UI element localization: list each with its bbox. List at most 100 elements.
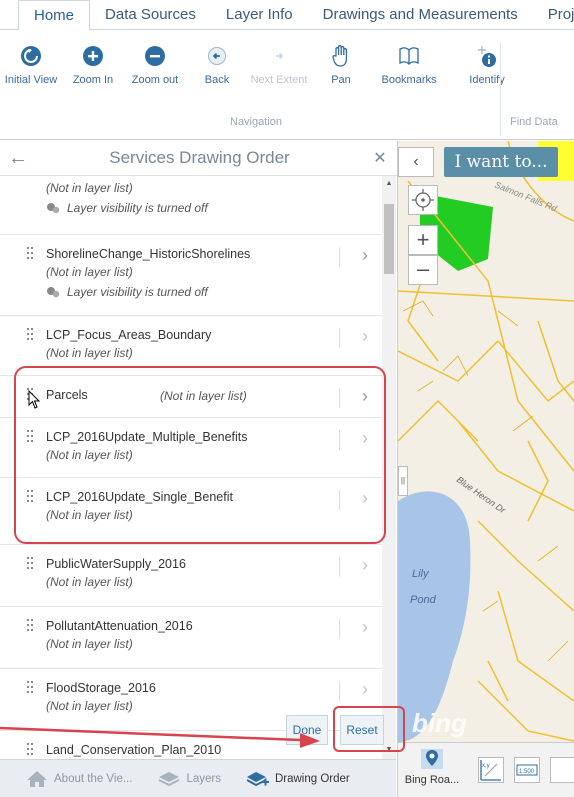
crosshair-icon [412,189,434,211]
drag-handle-icon[interactable] [27,681,35,695]
initial-view-button[interactable]: Initial View [0,38,62,130]
bookmarks-button[interactable]: Bookmarks [372,38,446,130]
item-status: (Not in layer list) [46,575,133,589]
map-view[interactable]: Salmon Falls Rd Blue Heron Dr Lily Pond … [398,141,574,797]
tab-home[interactable]: Home [18,0,91,31]
item-status: (Not in layer list) [46,181,133,195]
highlight-box [14,366,386,544]
drag-handle-icon[interactable] [27,328,35,342]
item-visibility: Layer visibility is turned off [46,285,382,299]
tab-label: About the Vie... [54,772,133,785]
panel-title: Services Drawing Order [109,148,290,167]
item-status: (Not in layer list) [46,346,133,360]
drag-handle-icon[interactable] [27,619,35,633]
zoom-in-label: Zoom In [72,74,114,86]
back-label: Back [204,74,230,86]
tab-drawings-measurements[interactable]: Drawings and Measurements [308,0,533,30]
tab-drawing-order[interactable]: Drawing Order [246,770,350,788]
close-icon[interactable]: ✕ [363,148,397,168]
bookmarks-icon [397,44,421,68]
drawing-order-icon [246,771,269,786]
tab-layers[interactable]: Layers [158,770,221,788]
drag-handle-icon[interactable] [27,247,35,261]
scroll-up-icon[interactable]: ▲ [382,180,396,187]
list-item[interactable]: (Not in layer list) Layer visibility is … [0,181,382,235]
layer-name: ShorelineChange_HistoricShorelines [46,247,251,261]
annotation-arrow [0,726,320,748]
identify-icon [475,44,499,68]
home-icon [27,770,47,787]
next-extent-label: Next Extent [250,74,308,86]
locate-button[interactable] [408,185,438,215]
scale-button[interactable]: 1:500 [514,757,540,783]
map-bottom-bar: Bing Roa... x,y 1:500 [398,742,574,797]
chevron-right-icon[interactable]: › [362,326,368,347]
drag-handle-icon[interactable] [27,557,35,571]
svg-text:1:500: 1:500 [519,769,535,775]
basemap-label: Bing Roa... [404,774,460,786]
xy-grid-icon: x,y [480,760,501,781]
list-item[interactable]: PollutantAttenuation_2016 (Not in layer … [0,607,382,669]
bookmarks-label: Bookmarks [381,74,437,86]
panel-header: ← Services Drawing Order ✕ [0,141,397,176]
back-arrow-icon[interactable]: ← [0,147,36,170]
layer-name: LCP_Focus_Areas_Boundary [46,328,212,342]
item-divider [339,619,340,639]
map-pin-icon [421,749,443,769]
item-visibility: Layer visibility is turned off [46,201,382,215]
zoom-out-button[interactable]: Zoom out [124,38,186,130]
tab-data-sources[interactable]: Data Sources [90,0,211,30]
svg-text:x,y: x,y [482,763,490,769]
scrollbar-thumb[interactable] [384,204,394,274]
tab-about-the-view[interactable]: About the Vie... [26,770,132,788]
zoom-out-label: Zoom out [131,74,179,86]
layers-icon [158,771,180,786]
pan-label: Pan [331,74,351,86]
layer-name: PublicWaterSupply_2016 [46,557,186,571]
chevron-right-icon[interactable]: › [362,245,368,266]
zoom-in-icon [81,44,105,68]
visibility-text: Layer visibility is turned off [67,201,208,215]
map-zoom-out-button[interactable]: – [408,255,438,285]
splitter-handle[interactable]: || [398,466,408,496]
initial-view-label: Initial View [4,74,58,86]
layer-name: PollutantAttenuation_2016 [46,619,193,633]
list-item[interactable]: ShorelineChange_HistoricShorelines (Not … [0,235,382,316]
item-status: (Not in layer list) [46,265,133,279]
tab-projects[interactable]: Proje [533,0,574,30]
zoom-in-button[interactable]: Zoom In [62,38,124,130]
identify-button[interactable]: Identify [456,38,518,130]
visibility-off-icon [47,287,60,298]
item-status: (Not in layer list) [46,637,133,651]
ribbon-toolbar: Home Data Sources Layer Info Drawings an… [0,0,574,140]
find-data-group-label: Find Data [510,116,558,128]
basemap-switcher-button[interactable]: Bing Roa... [404,747,460,791]
back-icon [205,44,229,68]
item-divider [339,681,340,701]
chevron-right-icon[interactable]: › [362,679,368,700]
pan-hand-icon [329,44,353,68]
pan-button[interactable]: Pan [310,38,372,130]
i-want-to-button[interactable]: I want to... [444,147,558,177]
more-tools-button[interactable] [550,757,574,783]
lake-label: Pond [410,594,437,606]
lake-label: Lily [412,568,430,580]
visibility-text: Layer visibility is turned off [67,285,208,299]
panel-bottom-tabs: About the Vie... Layers Drawing Order [0,759,396,797]
scale-icon: 1:500 [516,764,538,776]
next-extent-icon [267,44,291,68]
identify-label: Identify [469,74,505,86]
map-zoom-in-button[interactable]: + [408,225,438,255]
coordinates-button[interactable]: x,y [478,757,504,783]
bing-logo: bing [412,708,467,738]
group-separator [500,42,501,136]
layer-name: FloodStorage_2016 [46,681,156,695]
chevron-right-icon[interactable]: › [362,555,368,576]
initial-view-icon [19,44,43,68]
chevron-right-icon[interactable]: › [362,617,368,638]
item-divider [339,328,340,348]
collapse-panel-button[interactable]: ‹ [398,147,434,177]
tab-layer-info[interactable]: Layer Info [211,0,308,30]
item-divider [339,247,340,267]
list-item[interactable]: PublicWaterSupply_2016 (Not in layer lis… [0,545,382,607]
